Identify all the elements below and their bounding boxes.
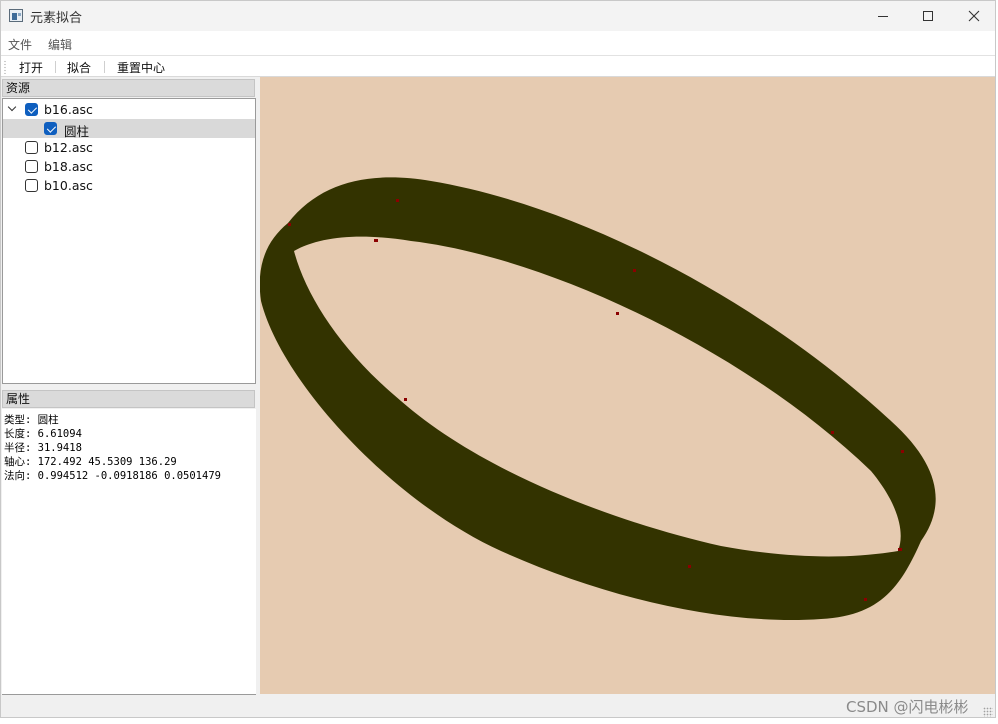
app-icon — [9, 9, 23, 22]
checkbox-b10[interactable] — [25, 179, 38, 192]
sample-point — [374, 239, 378, 242]
sample-point — [898, 548, 902, 551]
sample-point — [616, 312, 619, 315]
tree-row-b18[interactable]: b18.asc — [3, 157, 255, 176]
tree-row-b16[interactable]: b16.asc — [3, 100, 255, 119]
minimize-button[interactable] — [860, 1, 906, 31]
properties-panel: 类型: 圆柱 长度: 6.61094 半径: 31.9418 轴心: 172.4… — [2, 409, 256, 695]
property-radius: 半径: 31.9418 — [4, 442, 82, 454]
3d-viewport[interactable] — [260, 77, 995, 694]
checkbox-b16[interactable] — [25, 103, 38, 116]
app-window: 元素拟合 文件 编辑 打开 拟合 重置中心 资源 b16.asc 圆柱 b12.… — [0, 0, 996, 718]
open-button[interactable]: 打开 — [19, 59, 43, 76]
tree-item-label: b16.asc — [44, 102, 93, 117]
toolbar-separator — [104, 61, 105, 73]
sample-point — [633, 269, 636, 272]
property-normal: 法向: 0.994512 -0.0918186 0.0501479 — [4, 470, 221, 482]
window-title: 元素拟合 — [30, 11, 83, 26]
sample-point — [831, 431, 834, 434]
property-axis-center: 轴心: 172.492 45.5309 136.29 — [4, 456, 177, 468]
toolbar-separator — [55, 61, 56, 73]
tree-row-b10[interactable]: b10.asc — [3, 176, 255, 195]
close-icon — [968, 10, 980, 22]
sample-point — [901, 450, 904, 453]
resize-grip[interactable] — [983, 707, 993, 717]
sample-point — [288, 223, 291, 226]
cylinder-band — [260, 177, 936, 621]
sample-point — [396, 199, 399, 202]
sample-point — [688, 565, 691, 568]
checkbox-b12[interactable] — [25, 141, 38, 154]
maximize-button[interactable] — [905, 1, 951, 31]
menu-file[interactable]: 文件 — [8, 36, 32, 53]
title-bar: 元素拟合 — [1, 1, 995, 31]
close-button[interactable] — [951, 1, 995, 31]
resource-tree[interactable]: b16.asc 圆柱 b12.asc b18.asc b10.asc — [2, 98, 256, 384]
sample-point — [864, 598, 867, 601]
property-type: 类型: 圆柱 — [4, 414, 59, 426]
tree-item-label: b18.asc — [44, 159, 93, 174]
menu-bar: 文件 编辑 — [1, 31, 995, 55]
cylinder-render — [260, 177, 936, 621]
sample-point — [404, 398, 407, 401]
tree-row-cylinder[interactable]: 圆柱 — [3, 119, 255, 139]
properties-dock-title[interactable]: 属性 — [2, 390, 255, 408]
menu-edit[interactable]: 编辑 — [48, 36, 72, 53]
tree-item-label: b12.asc — [44, 140, 93, 155]
chevron-down-icon[interactable] — [7, 104, 17, 114]
tree-row-b12[interactable]: b12.asc — [3, 138, 255, 157]
resources-dock-title[interactable]: 资源 — [2, 79, 255, 97]
reset-center-button[interactable]: 重置中心 — [117, 59, 165, 76]
toolbar-grip[interactable] — [4, 60, 6, 74]
fit-button[interactable]: 拟合 — [67, 59, 91, 76]
checkbox-cylinder[interactable] — [44, 122, 57, 135]
watermark: CSDN @闪电彬彬 — [846, 698, 969, 716]
checkbox-b18[interactable] — [25, 160, 38, 173]
minimize-icon — [878, 15, 888, 17]
toolbar: 打开 拟合 重置中心 — [1, 55, 995, 77]
property-length: 长度: 6.61094 — [4, 428, 82, 440]
maximize-icon — [923, 11, 933, 21]
tree-item-label: b10.asc — [44, 178, 93, 193]
